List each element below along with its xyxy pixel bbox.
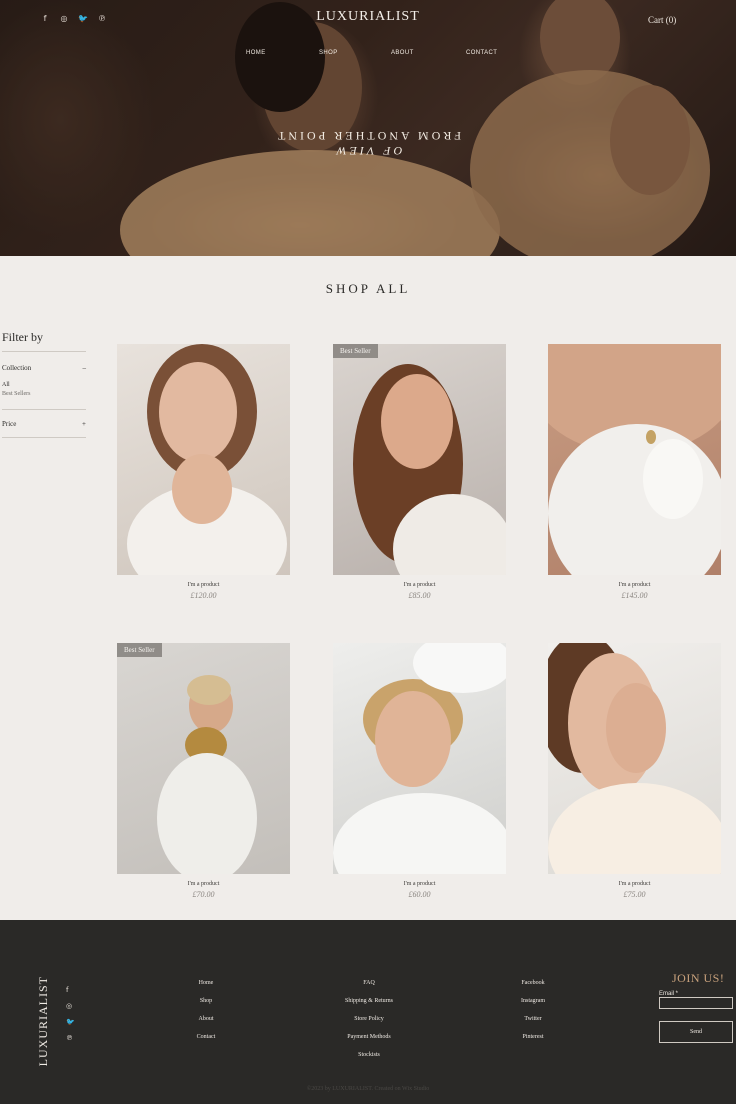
collection-options: All Best Sellers	[2, 372, 86, 410]
product-price: £120.00	[190, 591, 217, 600]
footer-social-links: f ◎ 🐦 ℗	[66, 986, 75, 1042]
footer-link-shipping[interactable]: Shipping & Returns	[329, 992, 409, 1010]
footer-link-faq[interactable]: FAQ	[329, 974, 409, 992]
twitter-icon[interactable]: 🐦	[66, 1018, 75, 1026]
site-footer: LUXURIALIST f ◎ 🐦 ℗ Home Shop About Cont…	[0, 920, 736, 1104]
tagline-line-1: FROM ANOTHER POINT	[275, 129, 462, 143]
nav-shop[interactable]: SHOP	[319, 50, 338, 56]
product-card[interactable]: Best Seller I'm a product £70.00	[117, 643, 290, 899]
product-price: £75.00	[623, 890, 646, 899]
copyright: ©2023 by LUXURIALIST. Created on Wix Stu…	[306, 1086, 430, 1092]
footer-social-text-links: Facebook Instagram Twitter Pinterest	[508, 974, 558, 1046]
hero-banner: f ◎ 🐦 ℗ LUXURIALIST Cart (0) HOME SHOP A…	[0, 0, 736, 256]
product-name[interactable]: I'm a product	[548, 582, 721, 588]
product-name[interactable]: I'm a product	[548, 881, 721, 887]
product-name[interactable]: I'm a product	[333, 582, 506, 588]
collection-label: Collection	[2, 364, 32, 372]
footer-link-pinterest[interactable]: Pinterest	[508, 1028, 558, 1046]
pinterest-icon[interactable]: ℗	[66, 1034, 75, 1042]
footer-link-store-policy[interactable]: Store Policy	[329, 1010, 409, 1028]
cart-link[interactable]: Cart (0)	[648, 15, 676, 25]
filter-panel: Filter by Collection – All Best Sellers …	[2, 330, 86, 438]
product-image[interactable]: Best Seller	[333, 344, 506, 575]
footer-link-payment[interactable]: Payment Methods	[329, 1028, 409, 1046]
filter-title: Filter by	[2, 330, 86, 352]
product-name[interactable]: I'm a product	[333, 881, 506, 887]
email-field[interactable]	[659, 997, 733, 1009]
price-filter-header[interactable]: Price +	[2, 410, 86, 438]
collection-filter-header[interactable]: Collection –	[2, 352, 86, 372]
nav-home[interactable]: HOME	[246, 50, 266, 56]
footer-link-stockists[interactable]: Stockists	[329, 1046, 409, 1064]
hero-tagline: OF VIEW FROM ANOTHER POINT	[0, 128, 736, 158]
main-nav: HOME SHOP ABOUT CONTACT	[0, 50, 736, 60]
product-price: £145.00	[621, 591, 648, 600]
footer-link-about[interactable]: About	[180, 1010, 232, 1028]
product-card[interactable]: I'm a product £75.00	[548, 643, 721, 899]
product-price: £85.00	[408, 591, 431, 600]
best-seller-badge: Best Seller	[117, 643, 162, 657]
product-name[interactable]: I'm a product	[117, 582, 290, 588]
product-image[interactable]	[548, 643, 721, 874]
product-name[interactable]: I'm a product	[117, 881, 290, 887]
instagram-icon[interactable]: ◎	[66, 1002, 75, 1010]
footer-policy-links: FAQ Shipping & Returns Store Policy Paym…	[329, 974, 409, 1064]
footer-link-facebook[interactable]: Facebook	[508, 974, 558, 992]
product-card[interactable]: Best Seller I'm a product £85.00	[333, 344, 506, 600]
price-label: Price	[2, 420, 17, 428]
product-price: £60.00	[408, 890, 431, 899]
footer-logo[interactable]: LUXURIALIST	[36, 976, 51, 1066]
newsletter-heading: JOIN US!	[672, 971, 725, 985]
footer-link-shop[interactable]: Shop	[180, 992, 232, 1010]
footer-link-instagram[interactable]: Instagram	[508, 992, 558, 1010]
product-card[interactable]: I'm a product £120.00	[117, 344, 290, 600]
send-button[interactable]: Send	[659, 1021, 733, 1043]
collapse-icon[interactable]: –	[83, 364, 87, 372]
product-card[interactable]: I'm a product £145.00	[548, 344, 721, 600]
footer-link-home[interactable]: Home	[180, 974, 232, 992]
tagline-line-2: OF VIEW	[333, 144, 403, 158]
collection-option-all[interactable]: All	[2, 381, 86, 390]
page-title: SHOP ALL	[325, 281, 411, 296]
product-image[interactable]	[333, 643, 506, 874]
best-seller-badge: Best Seller	[333, 344, 378, 358]
facebook-icon[interactable]: f	[66, 986, 75, 994]
product-price: £70.00	[192, 890, 215, 899]
site-logo[interactable]: LUXURIALIST	[0, 9, 736, 25]
expand-icon[interactable]: +	[82, 420, 86, 428]
nav-about[interactable]: ABOUT	[391, 50, 414, 56]
footer-link-twitter[interactable]: Twitter	[508, 1010, 558, 1028]
footer-nav-links: Home Shop About Contact	[180, 974, 232, 1046]
product-card[interactable]: I'm a product £60.00	[333, 643, 506, 899]
nav-contact[interactable]: CONTACT	[466, 50, 497, 56]
product-image[interactable]: Best Seller	[117, 643, 290, 874]
product-image[interactable]	[548, 344, 721, 575]
product-image[interactable]	[117, 344, 290, 575]
footer-link-contact[interactable]: Contact	[180, 1028, 232, 1046]
collection-option-best-sellers[interactable]: Best Sellers	[2, 390, 86, 399]
